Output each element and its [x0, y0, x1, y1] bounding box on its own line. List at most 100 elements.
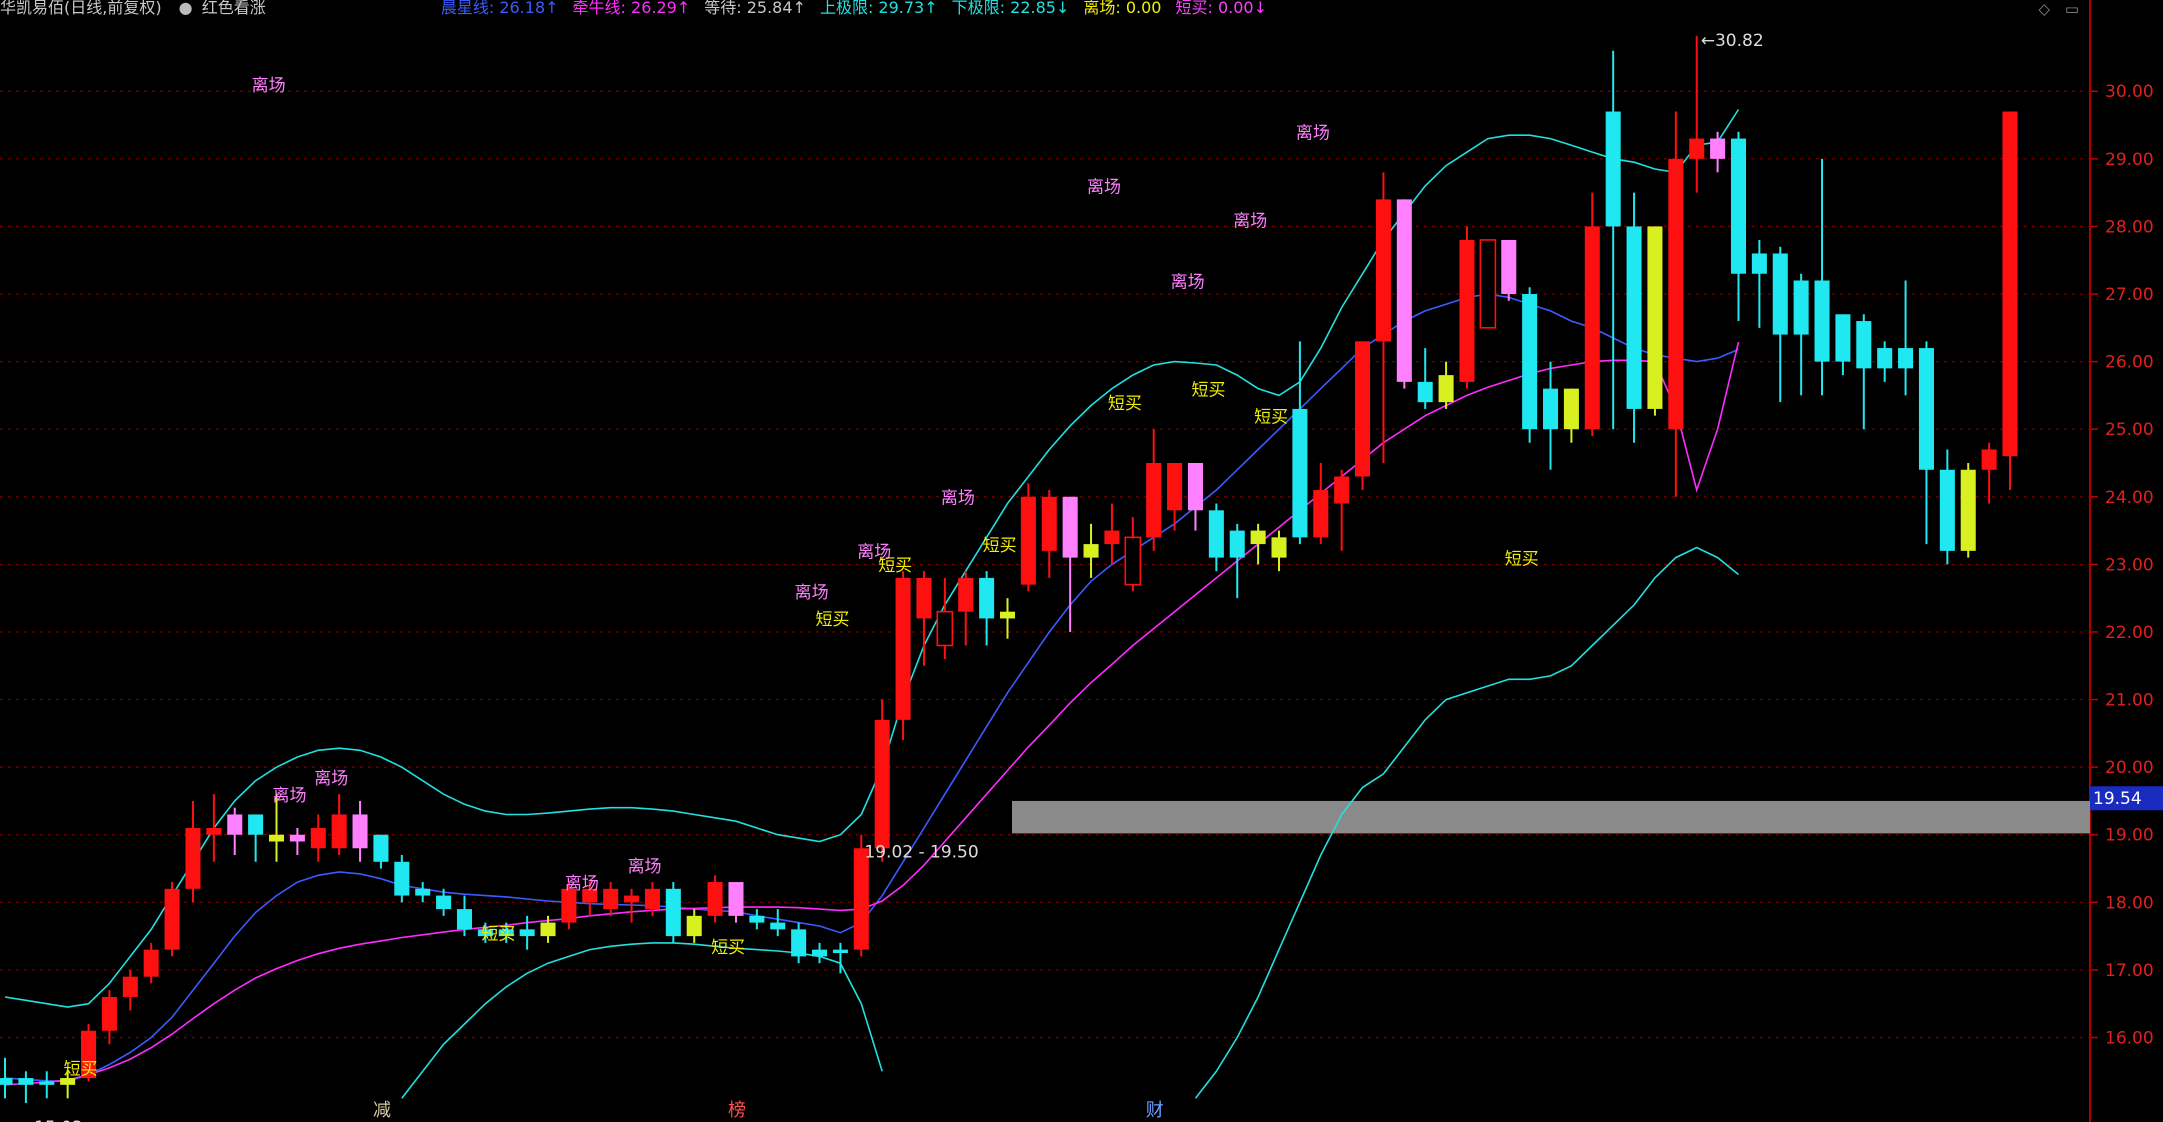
candle-body: [0, 1078, 13, 1085]
signal-label: 离场: [795, 583, 829, 603]
candle-body: [1543, 388, 1559, 430]
signal-label: 离场: [1171, 272, 1205, 292]
candle-body: [331, 814, 347, 849]
chart-canvas[interactable]: 16.00 17.00 18.00 19.00 20.00 21.00 22.00 23.00…: [0, 0, 2163, 1122]
candle-body: [268, 834, 285, 842]
candle-body: [874, 719, 890, 849]
signal-label: 短买: [481, 925, 515, 945]
candle-body: [185, 827, 201, 889]
signal-label: 离场: [273, 786, 307, 806]
signal-label: 短买: [1505, 549, 1539, 569]
candle-body: [1668, 158, 1684, 430]
signal-label: 离场: [1296, 124, 1330, 144]
current-price-label: 19.54: [2093, 789, 2142, 809]
candle-body: [1292, 408, 1308, 538]
candle-body: [227, 814, 243, 835]
candle-body: [1083, 544, 1099, 558]
candle-body: [1187, 462, 1203, 511]
candle-body: [519, 929, 535, 937]
candle-body: [1062, 496, 1078, 558]
candle-body: [791, 929, 807, 957]
candle-body: [1438, 375, 1454, 403]
candle-body: [18, 1078, 34, 1085]
y-tick-label: 29.00: [2105, 150, 2154, 170]
candle-body: [1313, 490, 1329, 538]
candle-body: [1877, 348, 1893, 369]
candle-body: [1146, 462, 1162, 538]
signal-label: 离场: [252, 76, 286, 96]
signal-label: 短买: [816, 610, 850, 630]
y-tick-label: 24.00: [2105, 488, 2154, 508]
candle-body: [1041, 496, 1057, 551]
candle-body: [958, 577, 974, 612]
candle-body: [1939, 469, 1955, 551]
candle-body: [2002, 111, 2018, 457]
candle-body: [1981, 449, 1997, 470]
y-tick-label: 30.00: [2105, 82, 2154, 102]
candle-body: [122, 976, 138, 997]
signal-label: 短买: [1191, 380, 1225, 400]
candle-body: [895, 577, 911, 720]
signal-label: 离场: [565, 874, 599, 894]
candle-body: [1334, 476, 1350, 504]
y-tick-label: 22.00: [2105, 623, 2154, 643]
candle-body: [1960, 469, 1976, 551]
y-tick-label: 27.00: [2105, 285, 2154, 305]
candle-body: [1375, 199, 1391, 342]
event-marker: 财: [1146, 1100, 1164, 1121]
candle-body: [1793, 280, 1809, 335]
y-tick-label: 18.00: [2105, 893, 2154, 913]
candle-body: [206, 827, 222, 835]
y-tick-label: 20.00: [2105, 758, 2154, 778]
signal-label: 离场: [314, 769, 348, 789]
candle-body: [456, 909, 472, 930]
candle-body: [1605, 111, 1621, 227]
candle-body: [1814, 280, 1830, 362]
candle-body: [1020, 496, 1036, 585]
candle-body: [707, 882, 723, 916]
candle-body: [644, 888, 660, 910]
candle-body: [936, 610, 954, 647]
candle-body: [540, 922, 556, 937]
candle-body: [143, 949, 159, 977]
candle-body: [164, 888, 180, 950]
candle-body: [853, 848, 869, 950]
candle-body: [1898, 348, 1914, 369]
series-line: [4, 293, 1739, 1083]
candle-body: [1104, 530, 1120, 545]
candle-body: [603, 888, 619, 910]
candle-body: [812, 949, 828, 957]
candle-body: [39, 1081, 55, 1085]
candle-body: [1522, 294, 1538, 430]
candle-body: [415, 888, 431, 896]
signal-label: 短买: [1108, 394, 1142, 414]
candlestick-chart[interactable]: 华凯易佰(日线,前复权) ● 红色看涨 晨星线: 26.18↑ 牵牛线: 26.2…: [0, 0, 2163, 1122]
signal-label: 短买: [983, 536, 1017, 556]
candle-body: [1124, 536, 1142, 586]
candle-body: [1647, 226, 1663, 409]
candle-body: [1229, 530, 1245, 558]
candle-body: [624, 895, 640, 903]
max-price-label: ←30.82: [1701, 31, 1764, 51]
candle-body: [1501, 239, 1517, 295]
candle-body: [1584, 226, 1600, 430]
candle-body: [394, 861, 410, 896]
candle-body: [979, 577, 995, 619]
y-tick-label: 16.00: [2105, 1029, 2154, 1049]
candle-body: [1167, 462, 1183, 511]
candle-body: [352, 814, 368, 849]
y-tick-label: 28.00: [2105, 217, 2154, 237]
candle-body: [1563, 388, 1579, 430]
candle-body: [561, 888, 577, 923]
candle-body: [1271, 537, 1287, 558]
signal-label: 短买: [711, 938, 745, 958]
candle-body: [1918, 348, 1934, 470]
candle-body: [1751, 253, 1767, 274]
candle-body: [1208, 510, 1224, 558]
signal-label: 短买: [878, 556, 912, 576]
candle-body: [728, 882, 744, 916]
candle-body: [1689, 138, 1705, 159]
signal-label: 离场: [941, 489, 975, 509]
candle-body: [289, 834, 305, 842]
candle-body: [1396, 199, 1412, 382]
